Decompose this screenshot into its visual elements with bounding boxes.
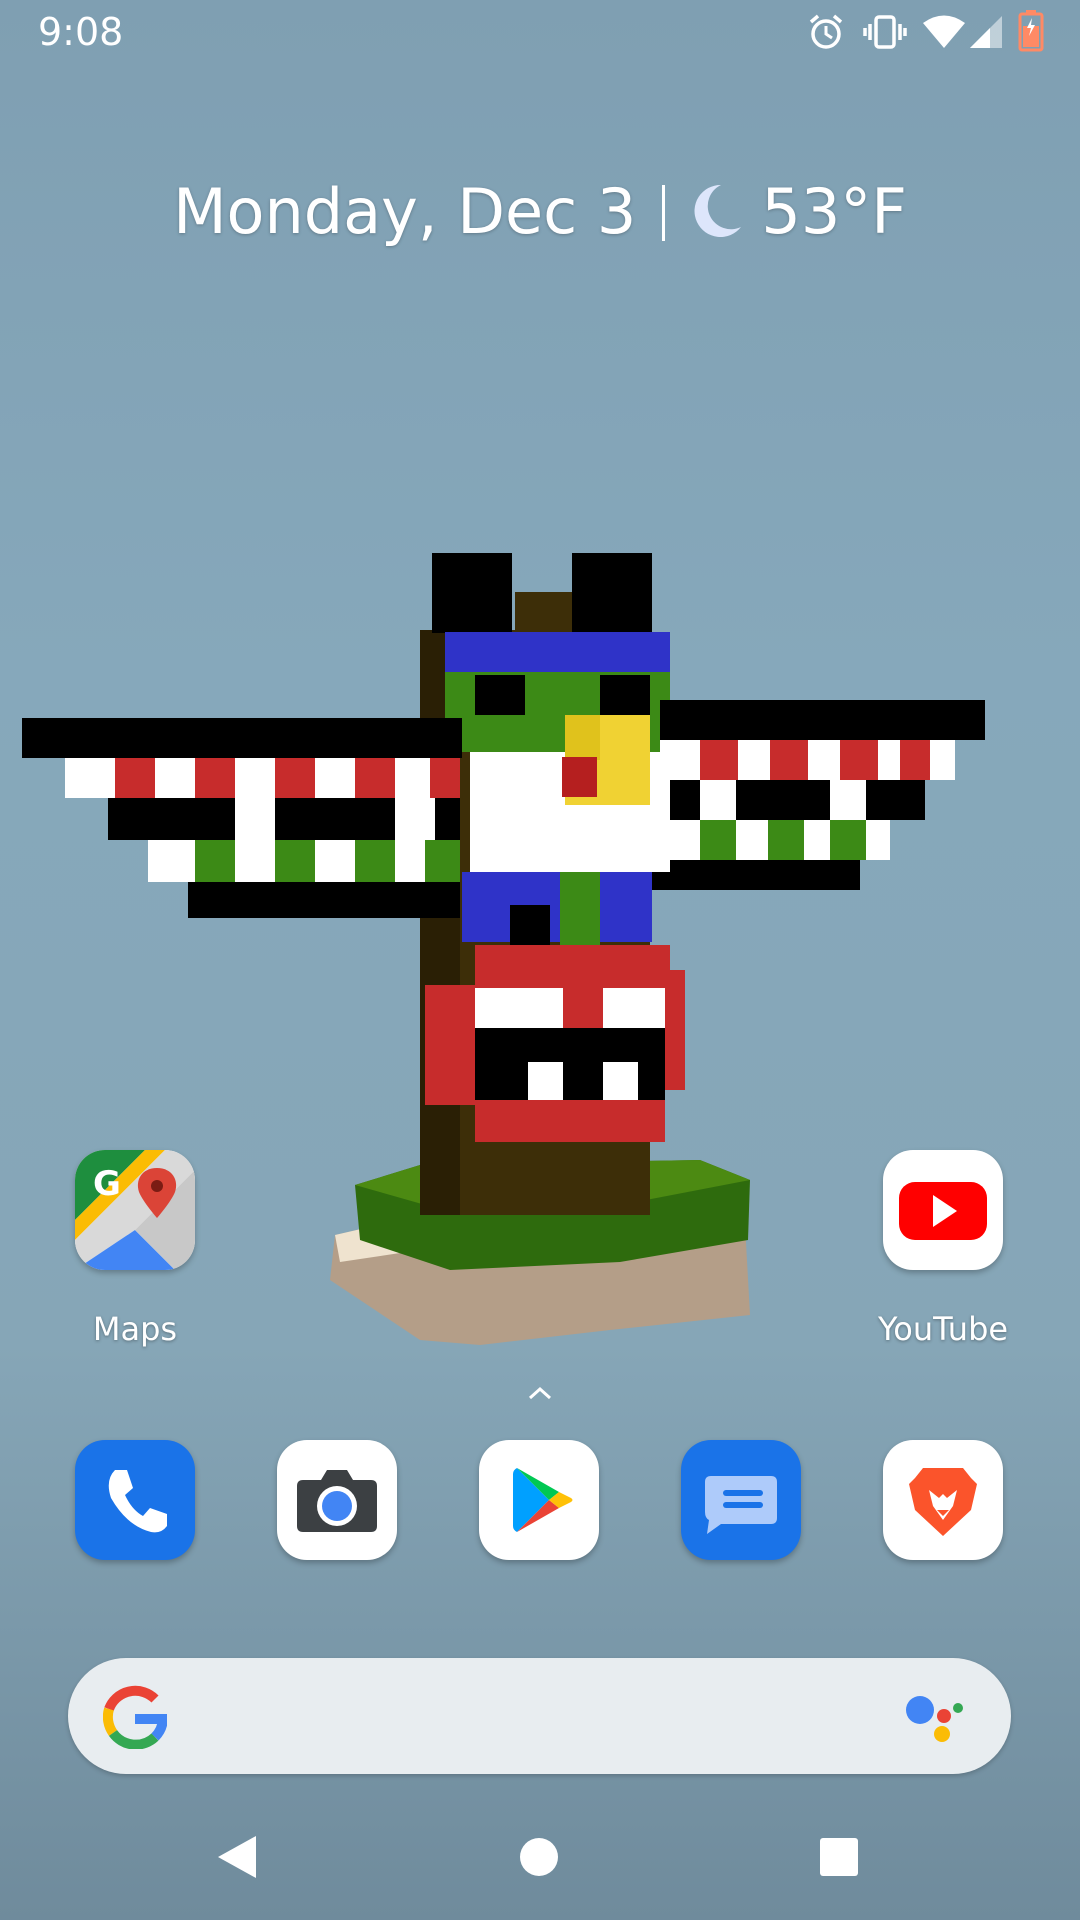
camera-app-icon[interactable] (277, 1440, 397, 1560)
divider (662, 185, 666, 241)
messages-app-icon[interactable] (681, 1440, 801, 1560)
battery-icon (1018, 10, 1044, 52)
maps-app-icon[interactable]: G (75, 1150, 195, 1270)
maps-icon: G (75, 1150, 195, 1270)
recents-button[interactable] (818, 1836, 860, 1878)
alarm-icon (809, 14, 843, 49)
svg-text:G: G (93, 1164, 121, 1204)
wifi-icon (923, 15, 965, 48)
youtube-app-icon[interactable] (883, 1150, 1003, 1270)
brave-app-icon[interactable] (883, 1440, 1003, 1560)
maps-label: Maps (92, 1310, 178, 1348)
brave-icon (909, 1468, 977, 1536)
play-store-app-icon[interactable] (479, 1440, 599, 1560)
moon-icon (694, 184, 742, 237)
at-a-glance[interactable]: Monday, Dec 3 53°F (0, 175, 1080, 248)
phone-app-icon[interactable] (75, 1440, 195, 1560)
google-g-icon (103, 1685, 167, 1749)
play-store-icon (513, 1468, 573, 1532)
app-drawer-handle-icon[interactable] (525, 1383, 555, 1403)
date-text: Monday, Dec 3 (173, 175, 637, 248)
assistant-icon[interactable] (904, 1690, 968, 1746)
youtube-label: YouTube (877, 1310, 1009, 1348)
signal-icon (970, 16, 1002, 48)
youtube-icon (899, 1182, 987, 1240)
home-button[interactable] (518, 1836, 560, 1878)
status-time: 9:08 (38, 10, 124, 54)
temperature-text: 53°F (761, 175, 907, 248)
phone-icon (108, 1470, 167, 1533)
vibrate-icon (863, 15, 907, 49)
messages-icon (705, 1476, 777, 1534)
camera-icon (297, 1470, 377, 1532)
back-button[interactable] (212, 1832, 262, 1882)
google-search-bar[interactable] (68, 1658, 1011, 1774)
